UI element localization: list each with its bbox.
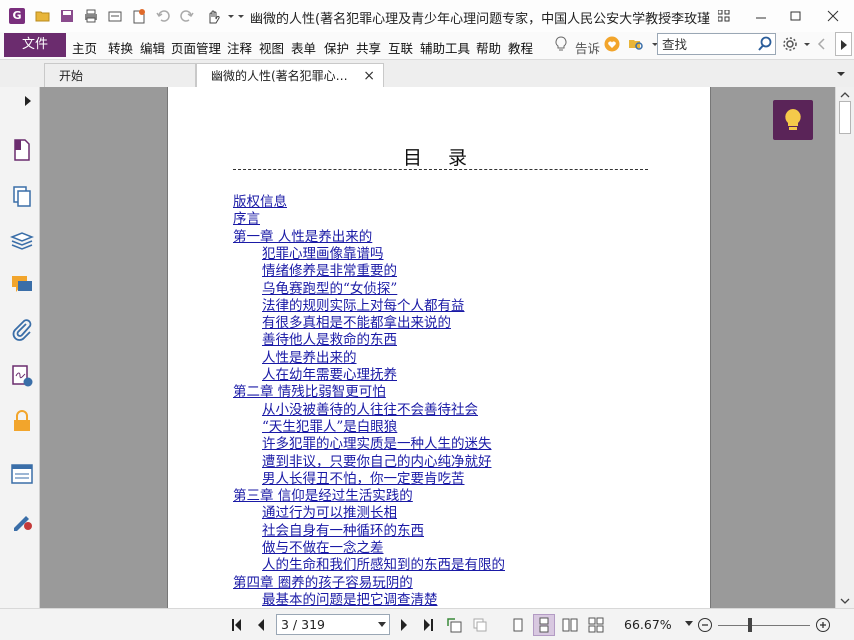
page-number-field[interactable]: 3 / 319 — [276, 614, 390, 635]
print-icon[interactable] — [83, 8, 99, 24]
menu-edit[interactable]: 编辑 — [140, 38, 165, 57]
save-icon[interactable] — [59, 8, 75, 24]
document-tabs: 开始 幽微的人性(著名犯罪心… × — [0, 59, 854, 88]
menu-convert[interactable]: 转换 — [108, 38, 133, 57]
continuous-view-icon[interactable] — [533, 614, 555, 636]
search-input[interactable] — [658, 34, 754, 54]
tab-list-dropdown-icon[interactable] — [836, 68, 846, 78]
gear-icon[interactable] — [782, 36, 798, 52]
toc-title: 目 录 — [402, 147, 478, 169]
scroll-up-icon[interactable] — [840, 89, 850, 99]
maximize-button[interactable] — [785, 6, 807, 26]
customize-dropdown-icon[interactable] — [233, 8, 244, 24]
new-icon[interactable] — [131, 8, 147, 24]
tell-me-label[interactable]: 告诉 — [575, 38, 600, 57]
hand-icon[interactable] — [205, 8, 221, 24]
scroll-down-icon[interactable] — [840, 595, 850, 605]
menu-connect[interactable]: 互联 — [388, 38, 413, 57]
zoom-slider-track[interactable] — [718, 625, 810, 626]
export-page-icon[interactable] — [446, 617, 462, 633]
open-folder-icon[interactable] — [35, 8, 51, 24]
close-button[interactable] — [822, 6, 844, 26]
ribbon-right-icon[interactable] — [835, 32, 852, 56]
signature-icon[interactable] — [10, 364, 34, 388]
toc-divider — [233, 169, 648, 170]
zoom-in-icon[interactable] — [815, 617, 831, 633]
menu-accessibility[interactable]: 辅助工具 — [420, 38, 470, 57]
status-bar: 3 / 319 66.67% — [0, 608, 854, 640]
tab-close-icon[interactable]: × — [363, 64, 375, 88]
menu-comment[interactable]: 注释 — [227, 38, 252, 57]
tab-document[interactable]: 幽微的人性(著名犯罪心… × — [196, 63, 384, 88]
minimize-button[interactable] — [750, 6, 772, 26]
quick-access-dropdown-icon[interactable] — [223, 8, 234, 24]
menu-help[interactable]: 帮助 — [476, 38, 501, 57]
next-page-icon[interactable] — [396, 617, 412, 633]
search-folder-icon[interactable] — [628, 36, 644, 52]
expand-panel-icon[interactable] — [24, 95, 32, 106]
last-page-icon[interactable] — [420, 617, 436, 633]
toc-section-link[interactable]: 最基本的问题是把它调查清楚 — [262, 588, 438, 608]
menu-protect[interactable]: 保护 — [324, 38, 349, 57]
redo-icon[interactable] — [179, 8, 195, 24]
zoom-level[interactable]: 66.67% — [624, 617, 672, 632]
tab-start[interactable]: 开始 — [44, 63, 196, 88]
tip-lightbulb-icon[interactable] — [773, 100, 813, 140]
menu-tutorial[interactable]: 教程 — [508, 38, 533, 57]
menu-view[interactable]: 视图 — [259, 38, 284, 57]
copy-page-icon[interactable] — [472, 617, 488, 633]
lightbulb-icon[interactable] — [553, 36, 569, 52]
search-field[interactable] — [657, 33, 776, 55]
menu-share[interactable]: 共享 — [356, 38, 381, 57]
first-page-icon[interactable] — [229, 617, 245, 633]
tab-document-label: 幽微的人性(著名犯罪心… — [211, 69, 348, 83]
comment-icon[interactable] — [10, 273, 34, 297]
zoom-out-icon[interactable] — [697, 617, 713, 633]
previous-page-icon[interactable] — [253, 617, 269, 633]
menu-page-manage[interactable]: 页面管理 — [171, 38, 221, 57]
document-view[interactable]: 目 录 版权信息 序言 第一章 人性是养出来的 犯罪心理画像靠谱吗 情绪修养是非常重要的… — [40, 87, 835, 608]
tab-start-label: 开始 — [59, 69, 84, 83]
form-icon[interactable] — [10, 462, 34, 486]
menu-form[interactable]: 表单 — [291, 38, 316, 57]
heart-icon[interactable] — [604, 36, 620, 52]
app-logo-icon[interactable]: G — [9, 8, 25, 24]
lock-icon[interactable] — [10, 409, 34, 433]
vertical-scrollbar[interactable] — [835, 87, 854, 608]
ribbon-left-icon[interactable] — [813, 36, 825, 52]
search-icon[interactable] — [757, 36, 773, 52]
attachment-icon[interactable] — [10, 318, 34, 342]
zoom-dropdown-icon[interactable] — [685, 621, 693, 627]
page-indicator: 3 / 319 — [281, 617, 325, 632]
menu-home[interactable]: 主页 — [72, 38, 97, 57]
navigation-panel — [0, 87, 40, 640]
undo-icon[interactable] — [155, 8, 171, 24]
pages-icon[interactable] — [10, 184, 34, 208]
sign-pen-icon[interactable] — [10, 508, 34, 532]
layers-icon[interactable] — [10, 229, 34, 253]
continuous-facing-view-icon[interactable] — [588, 617, 604, 633]
pdf-page: 目 录 版权信息 序言 第一章 人性是养出来的 犯罪心理画像靠谱吗 情绪修养是非常重要的… — [167, 87, 711, 608]
window-title: 幽微的人性(著名犯罪心理及青少年心理问题专家，中国人民公安大学教授李玫瑾，… — [250, 12, 710, 26]
page-dropdown-icon[interactable] — [378, 622, 386, 628]
page-thumbnail-icon[interactable] — [10, 138, 34, 162]
grid-view-icon[interactable] — [713, 6, 735, 26]
menu-file[interactable]: 文件 — [4, 33, 66, 57]
zoom-slider-thumb[interactable] — [748, 618, 752, 632]
settings-dropdown-icon[interactable] — [799, 36, 810, 52]
scan-icon[interactable] — [107, 8, 123, 24]
title-bar: G 幽微的人性(著名犯罪心理及青少年心理问题专家，中国人民公安大学教授李玫瑾，… — [0, 0, 854, 32]
facing-view-icon[interactable] — [562, 617, 578, 633]
single-page-view-icon[interactable] — [510, 617, 526, 633]
search-dropdown-icon[interactable] — [647, 36, 658, 52]
scroll-thumb[interactable] — [839, 101, 851, 134]
